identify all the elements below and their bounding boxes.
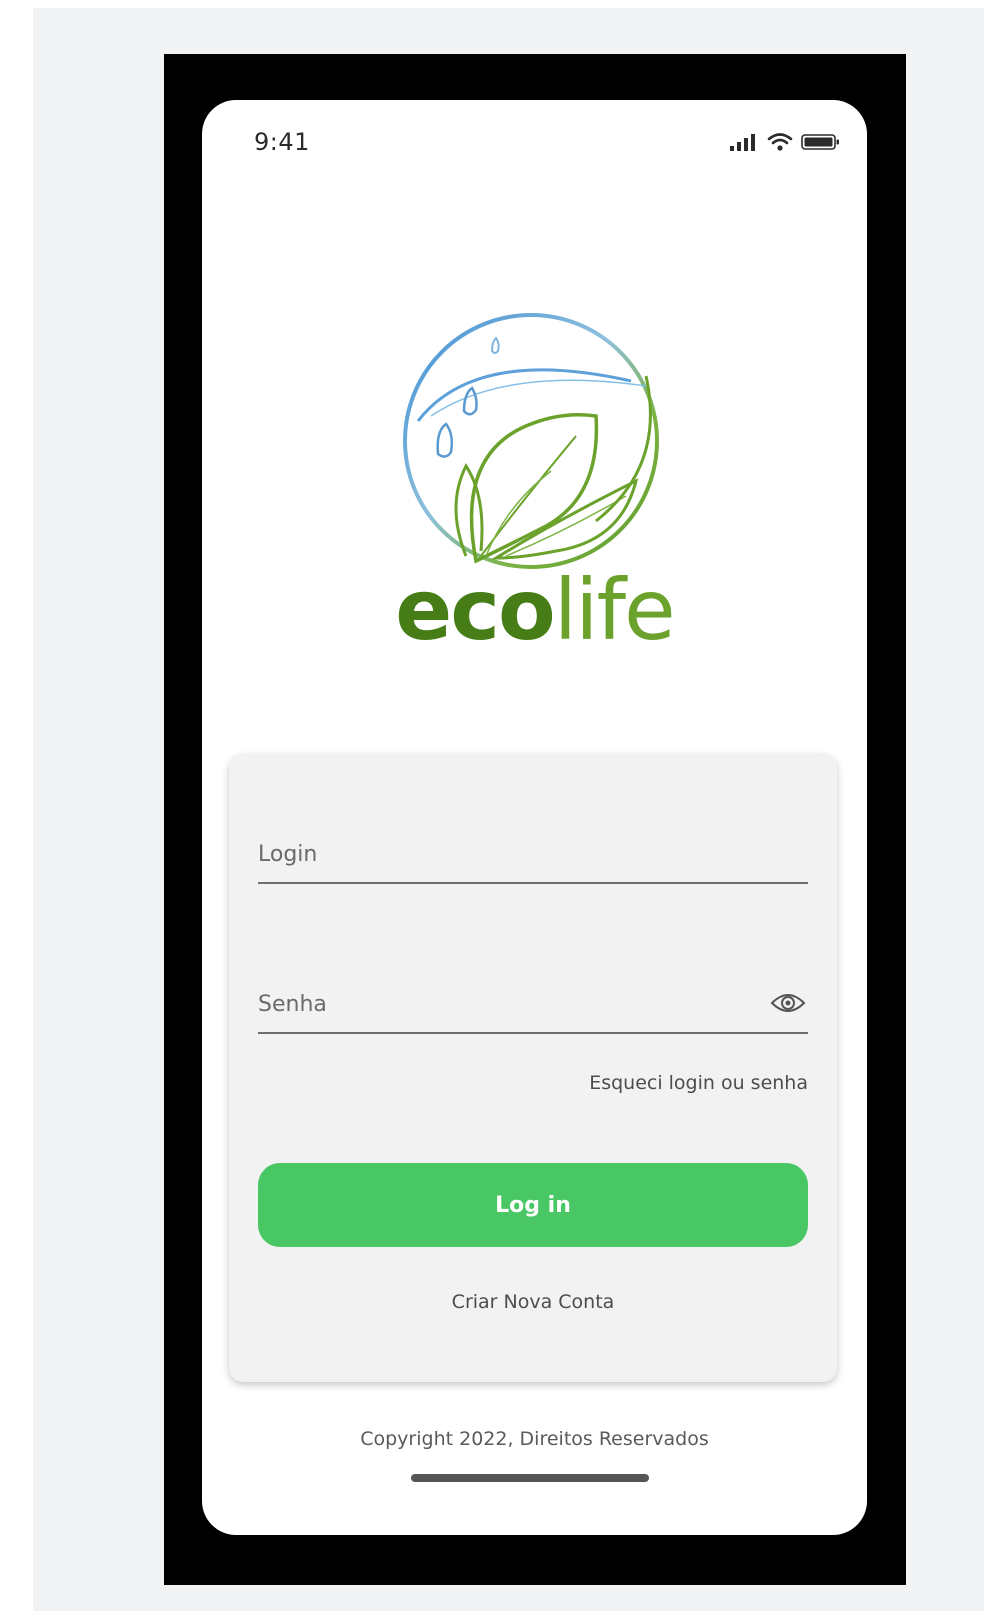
brand-name-light: life: [553, 561, 676, 659]
home-indicator[interactable]: [411, 1474, 649, 1482]
status-icons: [729, 130, 841, 154]
battery-icon: [801, 132, 841, 152]
forgot-password-link[interactable]: Esqueci login ou senha: [589, 1072, 808, 1094]
create-account-link[interactable]: Criar Nova Conta: [229, 1291, 837, 1313]
wifi-icon: [767, 132, 793, 152]
phone-screen: 9:41 ecolife Login Esqueci login ou senh…: [202, 100, 867, 1535]
login-field: [258, 826, 808, 884]
status-time: 9:41: [254, 128, 310, 156]
brand-name: ecolife: [202, 568, 867, 652]
cellular-signal-icon: [729, 132, 759, 152]
eye-icon[interactable]: [770, 988, 806, 1018]
copyright-text: Copyright 2022, Direitos Reservados: [360, 1428, 709, 1450]
phone-frame: 9:41 ecolife Login Esqueci login ou senh…: [164, 54, 906, 1585]
brand-name-bold: eco: [395, 561, 555, 659]
login-input[interactable]: [258, 826, 738, 882]
password-field: [258, 976, 808, 1034]
login-card: Esqueci login ou senha Log in Criar Nova…: [229, 754, 837, 1382]
ecolife-logo-icon: [396, 306, 666, 576]
password-input[interactable]: [258, 976, 738, 1032]
page-backdrop: 9:41 ecolife Login Esqueci login ou senh…: [33, 8, 984, 1611]
login-button[interactable]: Log in: [258, 1163, 808, 1247]
